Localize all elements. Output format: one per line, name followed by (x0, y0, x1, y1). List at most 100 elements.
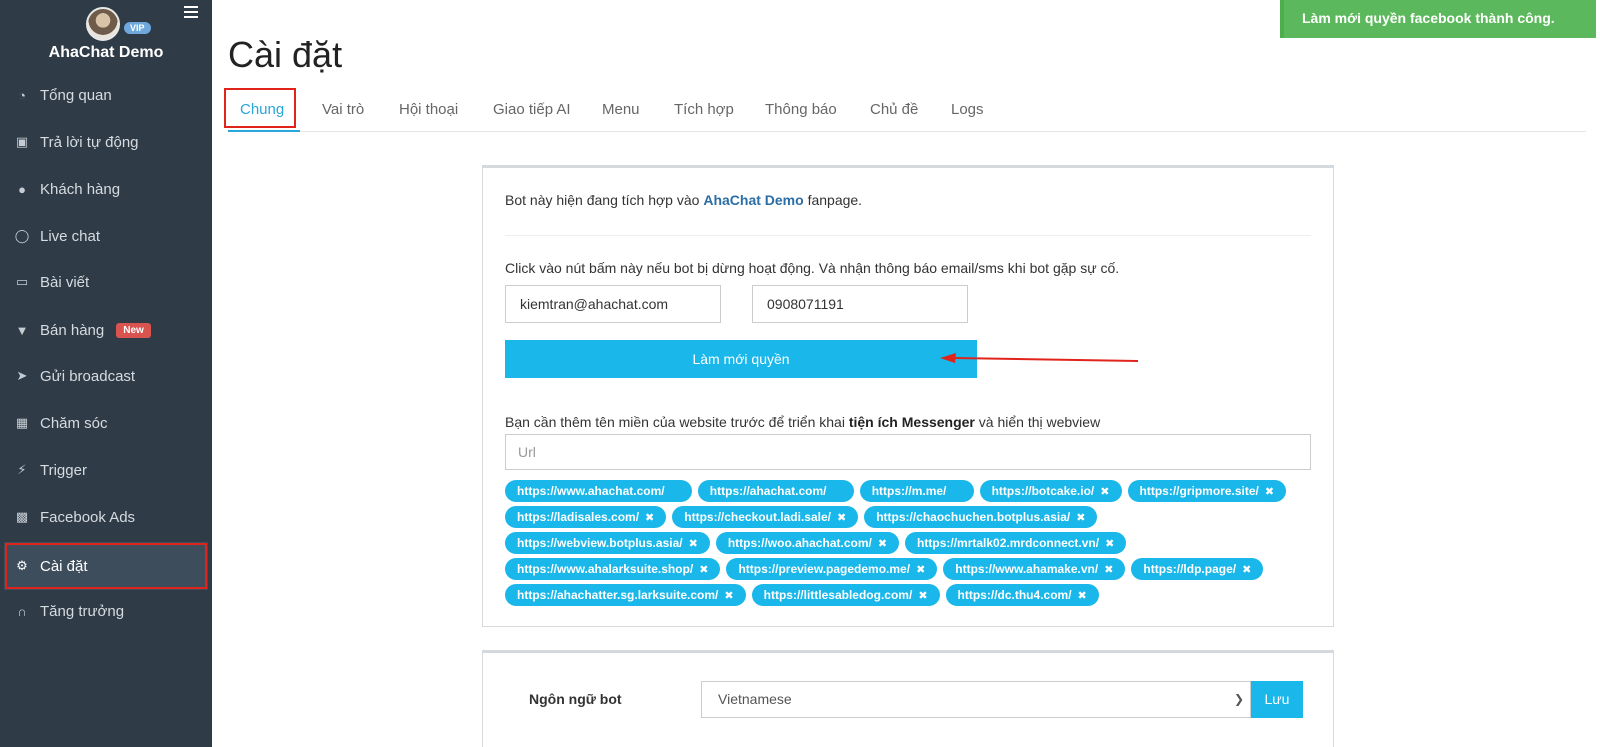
domain-chip-label: https://botcake.io/ (991, 484, 1095, 498)
tab-vai-tro[interactable]: Vai trò (322, 88, 364, 132)
hamburger-menu-icon[interactable] (184, 6, 198, 18)
remove-domain-icon[interactable]: ✖ (1100, 486, 1109, 498)
refresh-permission-button[interactable]: Làm mới quyền (505, 340, 977, 378)
remove-domain-icon[interactable]: ✖ (878, 538, 887, 550)
language-settings-card: Ngôn ngữ bot Vietnamese ❯ Lưu (482, 650, 1334, 747)
gear-icon: ⚙ (16, 558, 28, 573)
paper-plane-icon: ➤ (16, 368, 28, 383)
domain-chip-row: https://webview.botplus.asia/✖ https://wo… (505, 532, 1315, 554)
domain-chip[interactable]: https://littlesabledog.com/ ✖ (751, 584, 940, 606)
domain-chip[interactable]: https://ahachat.com/✖ (697, 480, 854, 502)
sidebar-item-tang-truong[interactable]: ∩ Tăng trưởng (0, 588, 212, 634)
vip-badge: VIP (124, 22, 151, 34)
domain-chip[interactable]: https://www.ahalarksuite.shop/ ✖ (505, 558, 721, 580)
sidebar-item-khach-hang[interactable]: ● Khách hàng (0, 166, 212, 212)
domain-chip-list: https://www.ahachat.com/✖https://ahachat… (505, 480, 1315, 610)
domain-chip[interactable]: https://www.ahachat.com/✖ (505, 480, 692, 502)
sidebar-item-trigger[interactable]: ⚡ Trigger (0, 447, 212, 493)
sidebar-item-tra-loi-tu-dong[interactable]: ▣ Trả lời tự động (0, 119, 212, 165)
url-input[interactable]: Url (505, 434, 1311, 470)
sidebar-item-gui-broadcast[interactable]: ➤ Gửi broadcast (0, 353, 212, 399)
intro-suffix: fanpage. (807, 192, 863, 208)
tab-chu-de[interactable]: Chủ đề (870, 88, 918, 132)
remove-domain-icon[interactable]: ✖ (1242, 564, 1251, 576)
sidebar-item-cham-soc[interactable]: ▦ Chăm sóc (0, 400, 212, 446)
remove-domain-icon[interactable]: ✖ (1078, 590, 1087, 602)
domain-chip[interactable]: https://botcake.io/ ✖ (979, 480, 1122, 502)
domain-chip-label: https://m.me/ (871, 484, 947, 498)
email-field[interactable]: kiemtran@ahachat.com (505, 285, 721, 323)
sidebar-item-label: Tổng quan (40, 86, 112, 104)
domain-chip-label: https://gripmore.site/ (1139, 484, 1259, 498)
brand-name: AhaChat Demo (48, 44, 164, 61)
remove-domain-icon[interactable]: ✖ (916, 564, 925, 576)
general-settings-card: Bot này hiện đang tích hợp vào AhaChat D… (482, 165, 1334, 627)
domain-chip-label: https://www.ahachat.com/ (517, 484, 665, 498)
sidebar-item-bai-viet[interactable]: ▭ Bài viết (0, 259, 212, 305)
remove-domain-icon[interactable]: ✖ (724, 590, 733, 602)
domain-chip-row: https://ladisales.com/✖ https://checkout.… (505, 506, 1315, 528)
domain-chip[interactable]: https://preview.pagedemo.me/ ✖ (726, 558, 938, 580)
save-language-button[interactable]: Lưu (1251, 681, 1303, 718)
domain-chip[interactable]: https://dc.thu4.com/ ✖ (945, 584, 1099, 606)
domain-chip-row: https://ahachatter.sg.larksuite.com/✖ htt… (505, 584, 1315, 606)
domain-chip[interactable]: https://ldp.page/ ✖ (1131, 558, 1264, 580)
intro-prefix: Bot này hiện đang tích hợp vào (505, 192, 700, 208)
tab-label: Thông báo (765, 101, 837, 118)
tab-menu[interactable]: Menu (602, 88, 640, 132)
tab-logs[interactable]: Logs (951, 88, 984, 132)
remove-domain-icon[interactable]: ✖ (645, 512, 654, 524)
sidebar-item-ban-hang[interactable]: ▼ Bán hàng New (0, 307, 212, 353)
sidebar-item-label: Bán hàng (40, 321, 105, 339)
fanpage-link[interactable]: AhaChat Demo (703, 192, 803, 208)
settings-tabs: Chung Vai trò Hội thoại Giao tiếp AI Men… (224, 88, 1586, 132)
refresh-hint: Click vào nút bấm này nếu bot bị dừng ho… (505, 260, 1120, 276)
sidebar-item-label: Chăm sóc (40, 414, 108, 432)
tab-hoi-thoai[interactable]: Hội thoại (399, 88, 458, 132)
phone-field[interactable]: 0908071191 (752, 285, 968, 323)
sidebar: VIP AhaChat Demo ◔ Tổng quan ▣ Trả lời t… (0, 0, 212, 747)
calendar-icon: ▦ (15, 415, 29, 430)
domain-chip[interactable]: https://m.me/✖ (859, 480, 974, 502)
remove-domain-icon[interactable]: ✖ (1104, 564, 1113, 576)
domain-chip[interactable]: https://ahachatter.sg.larksuite.com/ ✖ (505, 584, 746, 606)
tab-giao-tiep-ai[interactable]: Giao tiếp AI (493, 88, 571, 132)
domain-chip[interactable]: https://webview.botplus.asia/ ✖ (505, 532, 710, 554)
domain-chip[interactable]: https://mrtalk02.mrdconnect.vn/ ✖ (905, 532, 1127, 554)
sidebar-item-cai-dat[interactable]: ⚙ Cài đặt (4, 542, 208, 590)
domain-chip[interactable]: https://gripmore.site/ ✖ (1127, 480, 1287, 502)
domain-chip-label: https://ahachat.com/ (709, 484, 827, 498)
user-icon: ● (18, 181, 26, 197)
tab-label: Menu (602, 101, 640, 118)
sidebar-item-facebook-ads[interactable]: ▩ Facebook Ads (0, 494, 212, 540)
success-toast[interactable]: Làm mới quyền facebook thành công. (1280, 0, 1596, 38)
page-title: Cài đặt (228, 34, 343, 75)
sidebar-item-label: Tăng trưởng (40, 602, 125, 620)
remove-domain-icon[interactable]: ✖ (837, 512, 846, 524)
domain-chip[interactable]: https://chaochuchen.botplus.asia/ ✖ (864, 506, 1098, 528)
domain-hint-bold: tiện ích Messenger (848, 414, 975, 430)
domain-chip[interactable]: https://woo.ahachat.com/ ✖ (715, 532, 900, 554)
new-badge: New (116, 322, 151, 338)
domain-chip[interactable]: https://ladisales.com/ ✖ (505, 506, 667, 528)
remove-domain-icon[interactable]: ✖ (1105, 538, 1114, 550)
domain-chip[interactable]: https://checkout.ladi.sale/ ✖ (672, 506, 859, 528)
sidebar-item-tong-quan[interactable]: ◔ Tổng quan (0, 72, 212, 118)
tab-tich-hop[interactable]: Tích hợp (674, 88, 734, 132)
bot-language-select[interactable]: Vietnamese ❯ (701, 681, 1251, 718)
selected-language: Vietnamese (718, 691, 792, 707)
remove-domain-icon[interactable]: ✖ (699, 564, 708, 576)
remove-domain-icon[interactable]: ✖ (689, 538, 698, 550)
remove-domain-icon[interactable]: ✖ (918, 590, 927, 602)
remove-domain-icon[interactable]: ✖ (1076, 512, 1085, 524)
tab-label: Chủ đề (870, 101, 919, 118)
sidebar-item-live-chat[interactable]: ◯ Live chat (0, 213, 212, 259)
annotation-arrow-icon (940, 353, 1139, 363)
avatar[interactable] (86, 7, 120, 41)
remove-domain-icon[interactable]: ✖ (1265, 486, 1274, 498)
tab-thong-bao[interactable]: Thông báo (765, 88, 837, 132)
domain-chip-label: https://preview.pagedemo.me/ (738, 562, 911, 576)
domain-chip[interactable]: https://www.ahamake.vn/ ✖ (943, 558, 1126, 580)
bot-language-label: Ngôn ngữ bot (529, 691, 622, 707)
sidebar-item-label: Trigger (40, 461, 87, 479)
